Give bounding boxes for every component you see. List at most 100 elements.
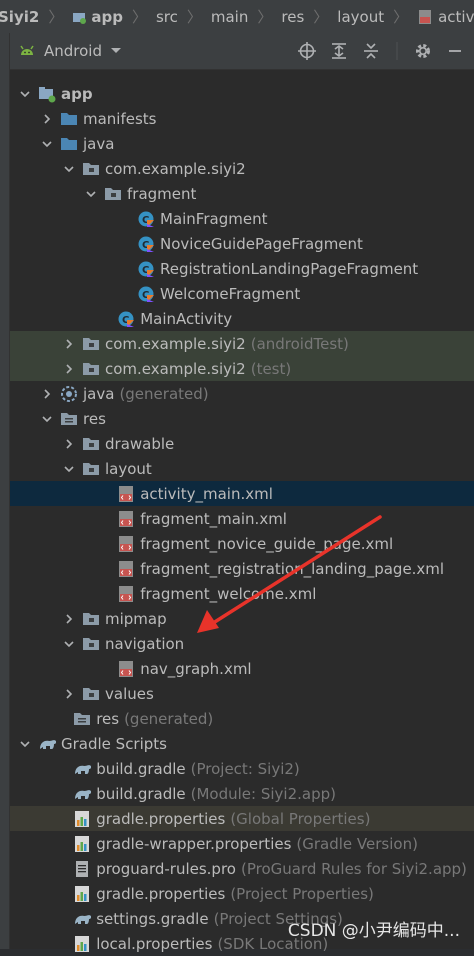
- chevron-right-icon[interactable]: [62, 362, 76, 376]
- tree-item-label: manifests: [83, 109, 157, 128]
- tree-row[interactable]: C MainActivity: [10, 306, 474, 331]
- tree-item-label: gradle.properties: [96, 884, 226, 903]
- tree-row[interactable]: mipmap: [10, 606, 474, 631]
- tree-row[interactable]: manifests: [10, 106, 474, 131]
- tree-item-label: activity_main.xml: [140, 484, 273, 503]
- breadcrumb-separator: 〉: [48, 8, 64, 26]
- tree-row[interactable]: fragment_welcome.xml: [10, 581, 474, 606]
- breadcrumb-label: layout: [337, 7, 385, 26]
- tree-row[interactable]: fragment_novice_guide_page.xml: [10, 531, 474, 556]
- tool-window-strip[interactable]: [0, 33, 10, 949]
- tree-item-label: app: [61, 84, 93, 103]
- tree-item-label: proguard-rules.pro: [96, 859, 236, 878]
- tree-row[interactable]: java: [10, 131, 474, 156]
- expand-all-icon[interactable]: [330, 42, 348, 60]
- tree-item-label: gradle.properties: [96, 809, 226, 828]
- chevron-down-icon[interactable]: [18, 737, 32, 751]
- chevron-right-icon[interactable]: [62, 437, 76, 451]
- tree-item-label: com.example.siyi2: [105, 359, 246, 378]
- tree-row[interactable]: activity_main.xml: [10, 481, 474, 506]
- tree-item-secondary-label: (test): [250, 359, 292, 378]
- xml-file-icon: [117, 660, 135, 678]
- tree-row[interactable]: com.example.siyi2 (androidTest): [10, 331, 474, 356]
- tree-row[interactable]: build.gradle (Module: Siyi2.app): [10, 781, 474, 806]
- tree-item-label: res: [83, 409, 106, 428]
- xml-file-icon: [419, 9, 432, 24]
- breadcrumb-item-project[interactable]: Siyi2: [0, 8, 39, 26]
- tree-item-label: gradle-wrapper.properties: [96, 834, 292, 853]
- tree-row[interactable]: C NoviceGuidePageFragment: [10, 231, 474, 256]
- tree-row[interactable]: layout: [10, 456, 474, 481]
- chevron-down-icon[interactable]: [62, 462, 76, 476]
- breadcrumb-item-res[interactable]: res: [281, 8, 304, 26]
- tree-row[interactable]: com.example.siyi2 (test): [10, 356, 474, 381]
- tree-row[interactable]: build.gradle (Project: Siyi2): [10, 756, 474, 781]
- tree-row[interactable]: res (generated): [10, 706, 474, 731]
- tree-item-secondary-label: (Project: Siyi2): [190, 759, 300, 778]
- select-opened-file-icon[interactable]: [298, 42, 316, 60]
- tree-row[interactable]: gradle.properties (Project Properties): [10, 881, 474, 906]
- kotlin-class-icon: C: [137, 285, 155, 303]
- tree-row[interactable]: drawable: [10, 431, 474, 456]
- chevron-down-icon[interactable]: [62, 637, 76, 651]
- hide-panel-icon[interactable]: [446, 42, 464, 60]
- tree-row[interactable]: C RegistrationLandingPageFragment: [10, 256, 474, 281]
- breadcrumb-separator: 〉: [186, 8, 202, 26]
- breadcrumb-item-src[interactable]: src: [156, 8, 178, 26]
- tree-row[interactable]: fragment: [10, 181, 474, 206]
- chevron-down-icon[interactable]: [84, 187, 98, 201]
- gear-icon[interactable]: [414, 42, 432, 60]
- chevron-right-icon[interactable]: [62, 337, 76, 351]
- chevron-right-icon[interactable]: [40, 387, 54, 401]
- package-folder-icon: [82, 335, 100, 353]
- gradle-elephant-icon: [73, 760, 92, 778]
- chevron-right-icon[interactable]: [62, 687, 76, 701]
- chevron-down-icon[interactable]: [18, 87, 32, 101]
- tree-row[interactable]: C MainFragment: [10, 206, 474, 231]
- tree-row[interactable]: gradle.properties (Global Properties): [10, 806, 474, 831]
- folder-icon: [60, 110, 78, 128]
- breadcrumb-item-module[interactable]: app: [72, 8, 123, 26]
- chevron-down-icon[interactable]: [40, 412, 54, 426]
- tree-item-label: WelcomeFragment: [160, 284, 301, 303]
- chevron-right-icon[interactable]: [40, 112, 54, 126]
- text-file-icon: [73, 860, 91, 878]
- android-icon: [20, 45, 34, 55]
- tree-row[interactable]: Gradle Scripts: [10, 731, 474, 756]
- tree-item-secondary-label: (Module: Siyi2.app): [190, 784, 336, 803]
- tree-item-label: com.example.siyi2: [105, 334, 246, 353]
- view-mode-dropdown[interactable]: Android: [18, 42, 122, 60]
- tree-row[interactable]: values: [10, 681, 474, 706]
- tree-row[interactable]: proguard-rules.pro (ProGuard Rules for Si…: [10, 856, 474, 881]
- tree-row[interactable]: fragment_registration_landing_page.xml: [10, 556, 474, 581]
- tree-row[interactable]: com.example.siyi2: [10, 156, 474, 181]
- tree-row[interactable]: navigation: [10, 631, 474, 656]
- tree-row[interactable]: res: [10, 406, 474, 431]
- breadcrumb-item-file[interactable]: activity_main.xml: [417, 8, 474, 26]
- breadcrumb-label: main: [210, 7, 249, 26]
- breadcrumb-label: app: [91, 7, 123, 26]
- tree-row[interactable]: C WelcomeFragment: [10, 281, 474, 306]
- collapse-all-icon[interactable]: [362, 42, 380, 60]
- tree-row[interactable]: java (generated): [10, 381, 474, 406]
- tree-item-label: fragment_novice_guide_page.xml: [140, 534, 394, 553]
- resource-folder-icon: [60, 410, 78, 428]
- tree-row[interactable]: fragment_main.xml: [10, 506, 474, 531]
- chevron-down-icon[interactable]: [40, 137, 54, 151]
- tree-row[interactable]: gradle-wrapper.properties (Gradle Version…: [10, 831, 474, 856]
- xml-file-icon: [117, 510, 135, 528]
- tree-item-label: com.example.siyi2: [105, 159, 246, 178]
- breadcrumb-separator: 〉: [131, 8, 147, 26]
- chevron-right-icon[interactable]: [62, 612, 76, 626]
- chevron-down-icon[interactable]: [62, 162, 76, 176]
- tree-row[interactable]: nav_graph.xml: [10, 656, 474, 681]
- tree-item-label: MainFragment: [160, 209, 268, 228]
- tree-item-label: navigation: [105, 634, 185, 653]
- gradle-elephant-icon: [38, 735, 56, 753]
- tree-row[interactable]: app: [10, 81, 474, 106]
- breadcrumb-separator: 〉: [313, 8, 329, 26]
- properties-file-icon: [73, 835, 91, 853]
- module-folder-icon: [38, 85, 56, 103]
- breadcrumb-item-main[interactable]: main: [211, 8, 248, 26]
- breadcrumb-item-layout[interactable]: layout: [337, 8, 384, 26]
